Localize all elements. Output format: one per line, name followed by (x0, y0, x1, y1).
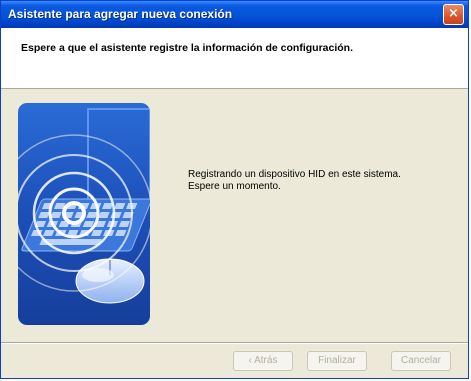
status-message-line2: Espere un momento. (188, 181, 281, 192)
window-title: Asistente para agregar nueva conexión (8, 7, 233, 21)
title-bar[interactable]: Asistente para agregar nueva conexión × (1, 1, 468, 28)
close-button[interactable]: × (443, 4, 464, 25)
wizard-header: Espere a que el asistente registre la in… (1, 28, 468, 89)
header-instruction: Espere a que el asistente registre la in… (21, 42, 354, 54)
wireless-keyboard-mouse-illustration (18, 103, 150, 325)
finish-button[interactable]: Finalizar (307, 351, 367, 371)
illustration-graphic (18, 103, 150, 325)
status-message: Registrando un dispositivo HID en este s… (188, 169, 448, 193)
back-button[interactable]: ‹ Atrás (233, 351, 293, 371)
status-message-line1: Registrando un dispositivo HID en este s… (188, 169, 401, 180)
cancel-button[interactable]: Cancelar (391, 351, 451, 371)
close-icon: × (448, 6, 459, 21)
wizard-window: Asistente para agregar nueva conexión × … (0, 0, 469, 379)
footer-divider (1, 342, 468, 344)
